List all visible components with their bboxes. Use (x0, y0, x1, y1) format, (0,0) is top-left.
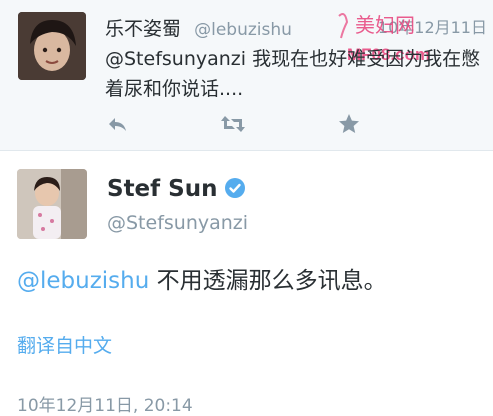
main-author-handle[interactable]: @Stefsunyanzi (107, 212, 248, 234)
retweet-icon[interactable] (219, 112, 247, 140)
translate-link[interactable]: 翻译自中文 (17, 331, 112, 358)
mention-link[interactable]: @lebuzishu (17, 268, 149, 294)
main-tweet-body: 不用透漏那么多讯息。 (149, 268, 387, 294)
main-tweet: Stef Sun @Stefsunyanzi @lebuzishu 不用透漏那么… (0, 151, 493, 416)
main-tweet-text: @lebuzishu 不用透漏那么多讯息。 (17, 261, 387, 295)
reply-icon[interactable] (105, 112, 133, 140)
reply-author-avatar[interactable] (18, 12, 86, 80)
reply-author-handle[interactable]: @lebuzishu (194, 20, 292, 40)
reply-tweet-text: @Stefsunyanzi 我现在也好难受因为我在憋着尿和你说话.... (105, 48, 481, 100)
main-author-name-row: Stef Sun (107, 176, 246, 205)
verified-badge-icon (224, 177, 246, 205)
reply-actions-bar (105, 112, 485, 140)
main-author-avatar[interactable] (17, 169, 87, 239)
reply-tweet[interactable]: 乐不姿蜀 @lebuzishu 10年12月11日 美妇网 MF08.com @… (0, 0, 493, 151)
watermark-line1: 美妇网 (355, 13, 415, 37)
reply-header: 乐不姿蜀 @lebuzishu (105, 14, 292, 41)
tweet-timestamp: 10年12月11日, 20:14 (17, 396, 193, 416)
reply-author-name[interactable]: 乐不姿蜀 (105, 18, 181, 40)
main-author-name[interactable]: Stef Sun (107, 176, 218, 202)
favorite-icon[interactable] (337, 112, 365, 140)
